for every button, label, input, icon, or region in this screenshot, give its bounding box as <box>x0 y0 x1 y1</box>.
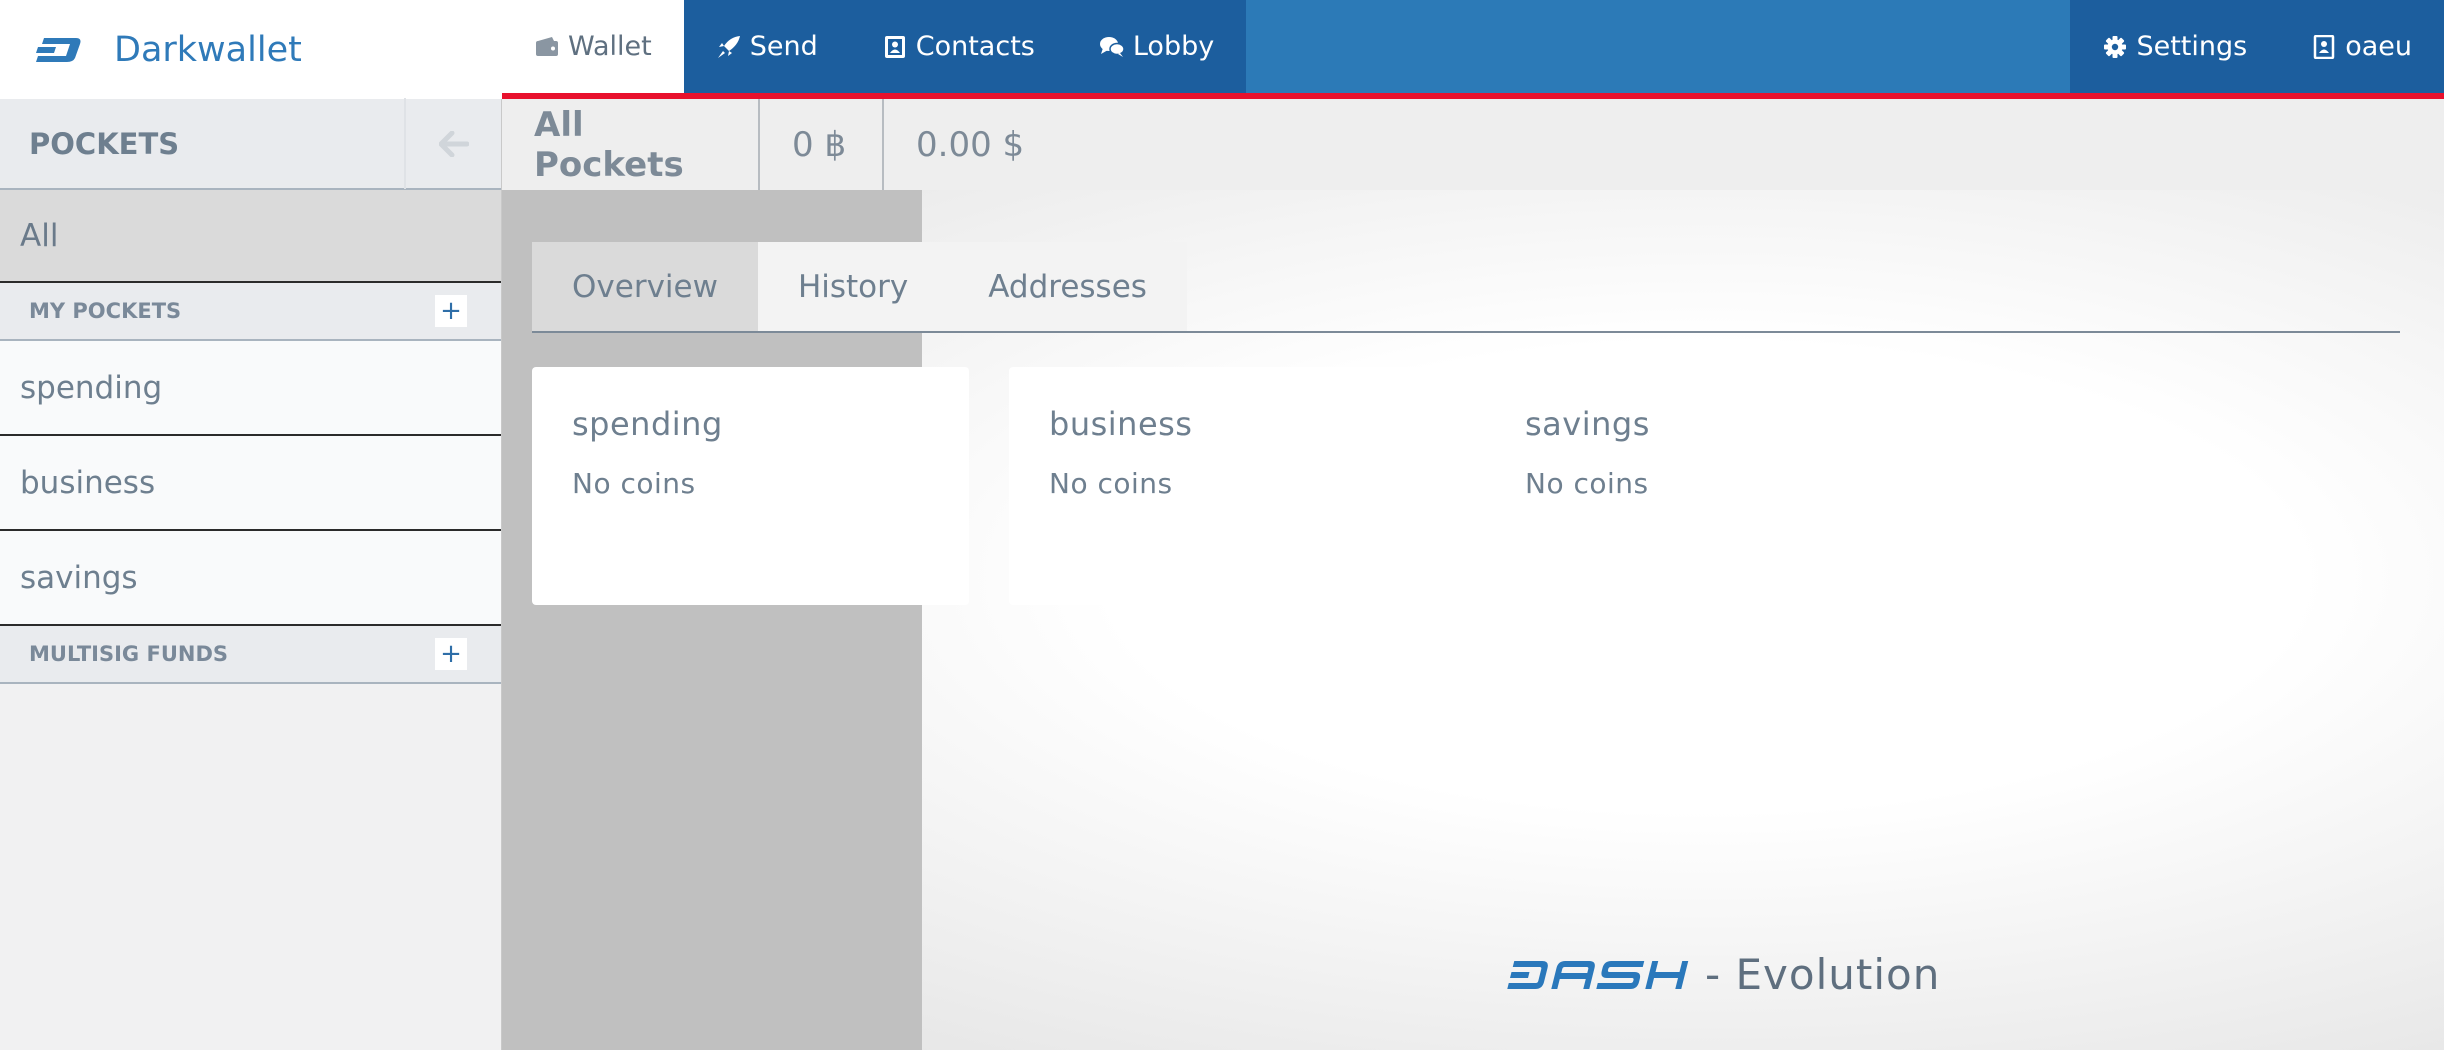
sidebar-item-label: savings <box>20 559 138 596</box>
my-pockets-section: MY POCKETS + <box>0 283 501 341</box>
pocket-card-title: spending <box>572 405 723 443</box>
pockets-header: POCKETS <box>0 98 501 190</box>
content-tabs: Overview History Addresses <box>532 242 1187 332</box>
user-menu-button[interactable]: oaeu <box>2279 0 2444 93</box>
gear-icon <box>2104 35 2127 58</box>
sidebar-item-label: spending <box>20 369 163 406</box>
pockets-title: POCKETS <box>29 126 180 161</box>
page-title: All Pockets <box>502 99 760 190</box>
pocket-card-title: savings <box>1525 405 1650 443</box>
rocket-icon <box>717 35 740 58</box>
multisig-funds-section: MULTISIG FUNDS + <box>0 626 501 684</box>
pocket-card-spending[interactable]: spending No coins <box>532 367 969 605</box>
settings-button[interactable]: Settings <box>2070 0 2280 93</box>
tab-send[interactable]: Send <box>683 0 850 93</box>
tabs-divider <box>532 331 2400 333</box>
brand[interactable]: Darkwallet <box>0 0 502 99</box>
pocket-card-status: No coins <box>1049 467 1173 500</box>
sidebar-item-savings[interactable]: savings <box>0 531 501 626</box>
collapse-sidebar-button[interactable] <box>404 98 501 189</box>
multisig-funds-title: MULTISIG FUNDS <box>29 642 229 666</box>
arrow-left-icon <box>438 130 469 157</box>
pocket-card-savings[interactable]: savings No coins <box>1485 367 1922 605</box>
address-book-icon <box>884 35 905 58</box>
dash-logo-icon <box>36 37 81 62</box>
main-content: Overview History Addresses spending No c… <box>502 190 2444 1050</box>
sidebar-item-business[interactable]: business <box>0 436 501 531</box>
my-pockets-title: MY POCKETS <box>29 299 182 323</box>
dash-wordmark-icon <box>1507 960 1689 989</box>
tab-label: Lobby <box>1132 31 1215 62</box>
btc-balance[interactable]: 0 ฿ <box>760 99 884 190</box>
tab-label: Contacts <box>915 31 1035 62</box>
sidebar-item-all[interactable]: All <box>0 190 501 283</box>
tab-contacts[interactable]: Contacts <box>849 0 1067 93</box>
pockets-sidebar: POCKETS All MY POCKETS + spending busine… <box>0 98 502 1050</box>
tab-history[interactable]: History <box>757 242 949 332</box>
sidebar-item-label: business <box>20 464 156 501</box>
tab-addresses[interactable]: Addresses <box>948 242 1187 332</box>
balance-header: All Pockets 0 ฿ 0.00 $ <box>502 99 2444 190</box>
sidebar-item-spending[interactable]: spending <box>0 341 501 436</box>
tab-wallet[interactable]: Wallet <box>502 0 684 93</box>
fiat-balance[interactable]: 0.00 $ <box>884 99 1056 190</box>
wallet-icon <box>536 36 558 56</box>
pocket-card-title: business <box>1049 405 1193 443</box>
settings-label: Settings <box>2136 31 2248 62</box>
add-multisig-button[interactable]: + <box>435 638 467 670</box>
tab-label: Wallet <box>568 31 652 62</box>
brand-name: Darkwallet <box>114 29 302 70</box>
chat-bubbles-icon <box>1099 36 1125 57</box>
username-label: oaeu <box>2345 31 2412 62</box>
top-navigation: Wallet Send Contacts Lobby Settings oaeu <box>502 0 2444 93</box>
user-card-icon <box>2313 34 2335 59</box>
pocket-card-status: No coins <box>1525 467 1649 500</box>
pocket-card-business[interactable]: business No coins <box>1009 367 1446 605</box>
pocket-card-status: No coins <box>572 467 696 500</box>
tab-lobby[interactable]: Lobby <box>1066 0 1247 93</box>
add-pocket-button[interactable]: + <box>435 295 467 327</box>
tab-label: Send <box>749 31 818 62</box>
sidebar-item-label: All <box>20 217 59 254</box>
dash-tagline: - Evolution <box>1705 950 1941 999</box>
dash-evolution-logo: - Evolution <box>1505 950 1940 999</box>
tab-overview[interactable]: Overview <box>532 242 758 332</box>
